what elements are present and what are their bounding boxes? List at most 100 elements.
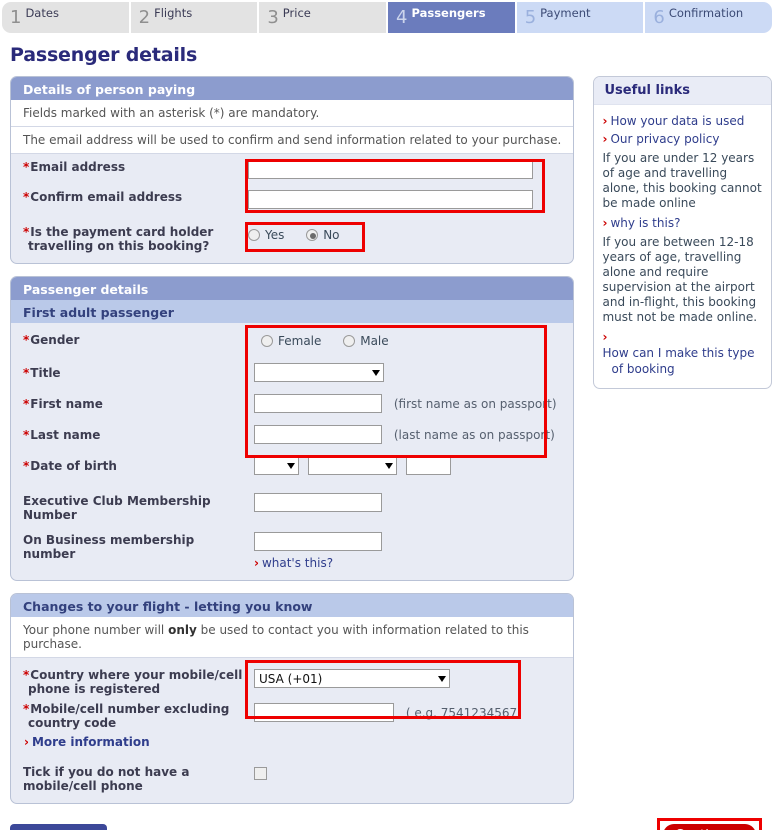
- row-cardholder: *Is the payment card holder travelling o…: [11, 222, 573, 253]
- country-label-line2: phone is registered: [28, 682, 161, 696]
- last-name-label-text: Last name: [30, 428, 101, 442]
- sidebar: Useful links › How your data is used › Our…: [593, 76, 772, 389]
- dob-month-select[interactable]: [307, 456, 397, 475]
- step-label: Dates: [25, 6, 59, 20]
- radio-male-icon[interactable]: [343, 335, 356, 347]
- mobile-label-line1: Mobile/cell number excluding: [30, 702, 230, 716]
- exec-club-label: Executive Club Membership Number: [23, 488, 248, 522]
- row-email: *Email address: [11, 154, 573, 180]
- radio-female-icon[interactable]: [261, 335, 273, 347]
- step-label: Payment: [540, 6, 591, 20]
- passenger-panel: Passenger details First adult passenger …: [10, 276, 575, 581]
- confirm-email-field-wrap: [248, 184, 573, 209]
- chevron-right-icon: ›: [602, 330, 608, 344]
- cardholder-no-label: No: [323, 228, 340, 242]
- last-name-input[interactable]: [254, 425, 382, 444]
- gender-female-option[interactable]: Female: [261, 334, 321, 348]
- required-asterisk: *: [23, 668, 30, 682]
- booking-step-bar: 1 Dates 2 Flights 3 Price 4 Passengers 5…: [2, 2, 773, 33]
- radio-no-icon[interactable]: [306, 229, 319, 241]
- changes-fields: *Country where your mobile/cell phone is…: [11, 658, 573, 803]
- step-flights[interactable]: 2 Flights: [130, 2, 260, 33]
- useful-links-note-12-18: If you are between 12-18 years of age, t…: [602, 235, 758, 324]
- country-select[interactable]: USA (+01): [254, 669, 450, 688]
- dob-label: *Date of birth: [23, 453, 248, 473]
- cardholder-no-option[interactable]: No: [306, 228, 340, 242]
- no-mobile-label-line1: Tick if you do not have a: [23, 765, 190, 779]
- cardholder-yes-option[interactable]: Yes: [248, 228, 284, 242]
- continue-button[interactable]: Continue ▸: [662, 824, 756, 830]
- whats-this-link[interactable]: › what's this?: [254, 556, 573, 570]
- email-input[interactable]: [248, 160, 533, 179]
- chevron-right-icon: ›: [24, 735, 29, 749]
- useful-link-how-to-book[interactable]: ›How can I make this type of booking: [602, 329, 763, 377]
- passenger-fields: *Gender Female Male *Title *First name (…: [11, 323, 573, 580]
- step-number: 4: [396, 7, 408, 28]
- useful-link-why-is-this-text[interactable]: why is this?: [610, 216, 680, 230]
- no-mobile-label: Tick if you do not have a mobile/cell ph…: [23, 763, 248, 793]
- row-gender: *Gender Female Male: [11, 329, 573, 355]
- highlight-box-continue: Continue ▸: [656, 818, 762, 830]
- cardholder-radio-group: Yes No: [248, 222, 573, 244]
- useful-link-privacy-policy-text[interactable]: Our privacy policy: [610, 132, 719, 146]
- first-name-label: *First name: [23, 391, 248, 411]
- useful-link-why-is-this[interactable]: › why is this?: [602, 215, 763, 231]
- confirm-email-input[interactable]: [248, 190, 533, 209]
- step-price[interactable]: 3 Price: [259, 2, 389, 33]
- gender-male-option[interactable]: Male: [343, 334, 389, 348]
- step-confirmation[interactable]: 6 Confirmation: [645, 2, 773, 33]
- more-information-link[interactable]: › More information: [11, 735, 573, 749]
- row-date-of-birth: *Date of birth: [11, 453, 573, 479]
- gender-female-label: Female: [278, 334, 322, 348]
- gender-label-text: Gender: [30, 333, 80, 347]
- first-name-input[interactable]: [254, 394, 382, 413]
- whats-this-link-text[interactable]: what's this?: [262, 556, 333, 570]
- required-asterisk: *: [23, 333, 30, 347]
- first-name-label-text: First name: [30, 397, 103, 411]
- required-asterisk: *: [23, 366, 30, 380]
- dob-year-input[interactable]: [405, 456, 451, 475]
- useful-link-how-data-used[interactable]: › How your data is used: [602, 113, 763, 129]
- on-business-field-wrap: › what's this?: [248, 527, 573, 570]
- cardholder-label-line1: Is the payment card holder: [30, 225, 214, 239]
- confirm-email-label: *Confirm email address: [23, 184, 248, 204]
- mandatory-note: Fields marked with an asterisk (*) are m…: [11, 100, 574, 127]
- step-payment[interactable]: 5 Payment: [516, 2, 646, 33]
- title-select[interactable]: [254, 363, 384, 382]
- row-title: *Title: [11, 360, 573, 386]
- mobile-input[interactable]: [254, 703, 394, 722]
- no-mobile-checkbox[interactable]: [254, 767, 267, 780]
- dob-day-select[interactable]: [254, 456, 299, 475]
- payer-panel-heading: Details of person paying: [11, 77, 574, 100]
- chevron-right-icon: ›: [602, 216, 608, 230]
- cardholder-label: *Is the payment card holder travelling o…: [23, 222, 248, 253]
- dob-label-text: Date of birth: [30, 459, 117, 473]
- radio-yes-icon[interactable]: [248, 229, 260, 241]
- more-information-link-text[interactable]: More information: [32, 735, 150, 749]
- useful-link-how-data-used-text[interactable]: How your data is used: [610, 114, 744, 128]
- row-mobile: *Mobile/cell number excluding country co…: [11, 698, 573, 730]
- step-number: 6: [653, 7, 665, 28]
- last-name-label: *Last name: [23, 422, 248, 442]
- exec-club-input[interactable]: [254, 493, 382, 512]
- step-label: Passengers: [411, 6, 486, 20]
- mobile-field-wrap: ( e.g. 7541234567): [248, 698, 573, 722]
- useful-link-privacy-policy[interactable]: › Our privacy policy: [602, 131, 763, 147]
- chevron-down-icon: [287, 462, 295, 469]
- step-number: 1: [10, 7, 22, 28]
- dob-field-wrap: [248, 453, 573, 475]
- phone-usage-note: Your phone number will only be used to c…: [11, 617, 574, 658]
- required-asterisk: *: [23, 160, 30, 174]
- step-dates[interactable]: 1 Dates: [2, 2, 131, 33]
- row-country: *Country where your mobile/cell phone is…: [11, 664, 573, 696]
- on-business-input[interactable]: [254, 532, 382, 551]
- step-passengers[interactable]: 4 Passengers: [388, 2, 517, 33]
- useful-link-how-to-book-text[interactable]: How can I make this type of booking: [602, 345, 763, 377]
- start-again-button[interactable]: ◂ Start again: [10, 824, 108, 830]
- mobile-label: *Mobile/cell number excluding country co…: [23, 698, 248, 730]
- passenger-panel-heading: Passenger details: [11, 277, 574, 300]
- email-label: *Email address: [23, 154, 248, 174]
- payer-fields: *Email address *Confirm email address *I…: [11, 154, 573, 263]
- email-field-wrap: [248, 154, 573, 179]
- exec-club-label-line1: Executive Club Membership: [23, 494, 211, 508]
